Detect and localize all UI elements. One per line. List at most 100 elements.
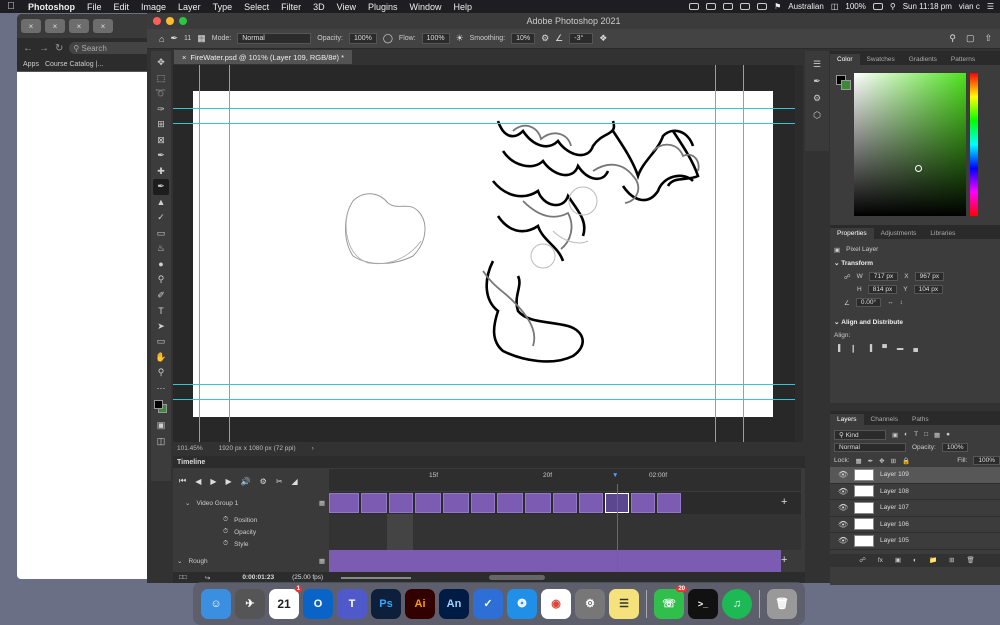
clock[interactable]: Sun 11:18 pm	[903, 2, 952, 11]
frame-clip[interactable]	[525, 493, 551, 513]
link-icon[interactable]: ☍	[844, 273, 851, 281]
outlook-icon[interactable]: O	[303, 588, 333, 619]
history-icon[interactable]: ☰	[813, 59, 821, 70]
healing-tool-icon[interactable]: ✚	[153, 164, 169, 180]
menu-edit[interactable]: Edit	[108, 2, 136, 12]
type-tool-icon[interactable]: T	[153, 303, 169, 319]
canvas-area[interactable]	[173, 65, 795, 442]
tab-patterns[interactable]: Patterns	[944, 54, 982, 65]
history-brush-icon[interactable]: ✓	[153, 210, 169, 226]
playhead-icon[interactable]: ▼	[612, 472, 618, 479]
rough-group-row[interactable]: ⌄ Rough ▦	[173, 550, 329, 572]
document-tab[interactable]: × FireWater.psd @ 101% (Layer 109, RGB/8…	[174, 50, 353, 64]
user-name[interactable]: vian c	[959, 2, 980, 11]
tab-adjustments[interactable]: Adjustments	[874, 228, 924, 239]
flip-horizontal-icon[interactable]: ↔	[887, 299, 894, 306]
layer-row[interactable]: 👁 Layer 109	[830, 467, 1000, 484]
safari-icon[interactable]: ❂	[507, 588, 537, 619]
workspace-icon[interactable]: ▢	[966, 33, 975, 44]
frame-clip[interactable]	[329, 493, 359, 513]
finder-icon[interactable]: ☺	[201, 588, 231, 619]
flag-icon[interactable]: ⚑	[774, 2, 781, 11]
menu-3d[interactable]: 3D	[307, 2, 331, 12]
filter-smart-icon[interactable]: ▦	[934, 431, 940, 439]
frame-clip[interactable]	[579, 493, 603, 513]
eye-icon[interactable]: 👁	[838, 487, 848, 496]
stamp-tool-icon[interactable]: ▲	[153, 195, 169, 211]
bookmark-apps[interactable]: Apps	[23, 61, 39, 68]
screen-mode-icon[interactable]: ◫	[153, 434, 169, 450]
battery-icon[interactable]	[872, 3, 883, 10]
chrome-icon[interactable]: ◉	[541, 588, 571, 619]
browser-tab[interactable]: ×	[69, 19, 89, 33]
brush-settings-icon[interactable]: ✒	[813, 76, 821, 87]
eye-icon[interactable]: 👁	[838, 520, 848, 529]
layer-row[interactable]: 👁 Layer 108	[830, 484, 1000, 500]
angle-input[interactable]: 0.00°	[855, 298, 882, 307]
fill-input[interactable]: 100%	[973, 456, 1000, 465]
timeline-title[interactable]: Timeline	[177, 459, 205, 466]
layer-row[interactable]: 👁 Layer 105	[830, 533, 1000, 550]
brush-settings-icon[interactable]: ▦	[197, 33, 206, 44]
frame-clip[interactable]	[389, 493, 413, 513]
spotlight-icon[interactable]: ⚲	[890, 2, 896, 11]
home-icon[interactable]: ⌂	[159, 34, 164, 44]
lock-position-icon[interactable]: ✥	[879, 457, 884, 465]
menu-layer[interactable]: Layer	[172, 2, 207, 12]
frame-clip[interactable]	[415, 493, 441, 513]
align-left-icon[interactable]: ▌	[838, 345, 843, 352]
smoothing-input[interactable]: 10%	[511, 33, 536, 44]
transform-section[interactable]: ⌄ Transform	[830, 256, 1000, 270]
3d-icon[interactable]: ⬡	[813, 110, 821, 121]
timeline-ruler[interactable]: 15f 20f 02:00f ▼	[329, 469, 801, 491]
frame-clip[interactable]	[497, 493, 523, 513]
layer-row[interactable]: 👁 Layer 106	[830, 517, 1000, 533]
menu-view[interactable]: View	[331, 2, 362, 12]
quick-mask-icon[interactable]: ▣	[153, 418, 169, 434]
zoom-tool-icon[interactable]: ⚲	[153, 365, 169, 381]
browser-tab[interactable]: ×	[21, 19, 41, 33]
status-icon[interactable]	[757, 3, 768, 10]
document-size[interactable]: 1920 px x 1080 px (72 ppi)	[219, 445, 296, 452]
frame-clip[interactable]	[443, 493, 469, 513]
filter-shape-icon[interactable]: □	[924, 431, 928, 438]
convert-icon[interactable]: ↪	[205, 574, 210, 582]
lock-paint-icon[interactable]: ✒	[868, 457, 873, 465]
more-tools-icon[interactable]: ⋯	[153, 381, 169, 397]
blur-tool-icon[interactable]: ●	[153, 257, 169, 273]
close-icon[interactable]: ×	[182, 53, 186, 62]
frame-clip[interactable]	[471, 493, 495, 513]
foreground-color-swatch[interactable]	[154, 400, 163, 409]
battery-percent[interactable]: 100%	[845, 2, 865, 11]
menu-help[interactable]: Help	[448, 2, 479, 12]
stopwatch-icon[interactable]: ⏱	[223, 516, 228, 524]
filter-type-icon[interactable]: T	[914, 431, 918, 438]
stopwatch-icon[interactable]: ⏱	[223, 540, 228, 548]
hand-tool-icon[interactable]: ✋	[153, 350, 169, 366]
layer-opacity-input[interactable]: 100%	[941, 443, 969, 452]
video-group-row[interactable]: ⌄ Video Group 1 ▦	[173, 492, 329, 514]
brush-tool-icon[interactable]: ✒	[170, 33, 178, 44]
link-layers-icon[interactable]: ☍	[859, 556, 866, 564]
search-icon[interactable]: ⚲	[949, 33, 956, 44]
tab-properties[interactable]: Properties	[830, 228, 874, 239]
transition-icon[interactable]: ◢	[292, 477, 298, 486]
frame-clip[interactable]	[361, 493, 387, 513]
align-right-icon[interactable]: ▐	[868, 345, 873, 352]
reload-icon[interactable]: ↻	[55, 43, 63, 54]
chevron-right-icon[interactable]: ›	[312, 445, 314, 452]
keyboard-layout[interactable]: Australian	[788, 2, 824, 11]
film-icon[interactable]: ▦	[319, 557, 329, 565]
prev-frame-icon[interactable]: ◀	[195, 477, 201, 486]
stopwatch-icon[interactable]: ⏱	[223, 528, 228, 536]
flip-vertical-icon[interactable]: ↕	[900, 299, 903, 306]
eye-icon[interactable]: 👁	[838, 503, 848, 512]
angle-input[interactable]: -3°	[569, 33, 594, 44]
opacity-input[interactable]: 100%	[348, 33, 377, 44]
forward-icon[interactable]: →	[39, 43, 49, 54]
frame-tool-icon[interactable]: ⊠	[153, 133, 169, 149]
status-icon[interactable]	[723, 3, 734, 10]
frame-clip[interactable]	[631, 493, 655, 513]
pressure-opacity-icon[interactable]: ◯	[383, 33, 393, 44]
chevron-down-icon[interactable]: ⌄	[185, 499, 190, 507]
